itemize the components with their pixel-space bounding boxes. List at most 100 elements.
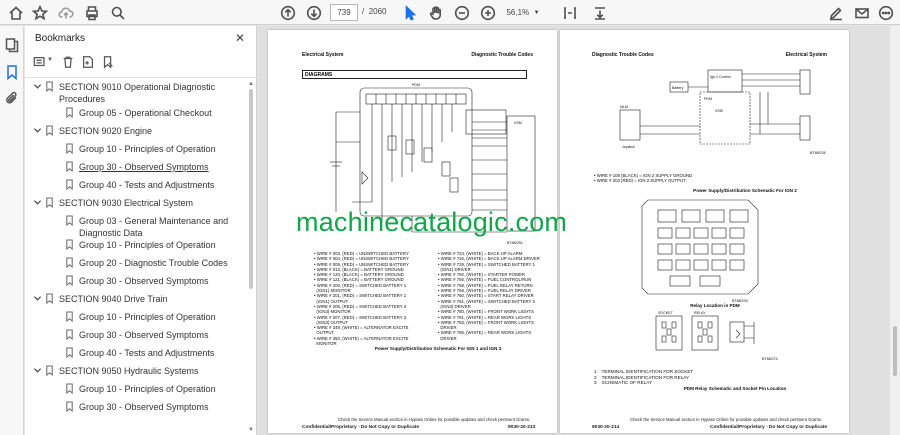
side-rail bbox=[0, 26, 24, 435]
close-icon[interactable]: ✕ bbox=[232, 30, 248, 46]
page-number-input[interactable]: 739 bbox=[330, 4, 358, 21]
bookmark-item[interactable]: Group 10 - Principles of Operation bbox=[25, 311, 245, 325]
hand-icon[interactable] bbox=[426, 3, 446, 23]
bookmark-label: Group 10 - Principles of Operation bbox=[79, 384, 216, 394]
delete-icon[interactable] bbox=[61, 55, 77, 71]
bookmark-item[interactable]: Group 10 - Principles of Operation bbox=[25, 143, 245, 157]
vsm-label: VSM bbox=[514, 121, 522, 125]
bookmark-item[interactable]: Group 10 - Principles of Operation bbox=[25, 239, 245, 253]
bookmark-item[interactable]: Group 30 - Observed Symptoms bbox=[25, 329, 245, 343]
chevron-down-icon[interactable] bbox=[33, 294, 43, 304]
bookmark-tree: SECTION 9010 Operational Diagnostic Proc… bbox=[25, 81, 245, 435]
cursor-icon[interactable] bbox=[400, 3, 420, 23]
page-number-footer: 9030-20-213 bbox=[508, 425, 536, 430]
section-header: DIAGRAMS bbox=[302, 70, 527, 79]
bookmark-item[interactable]: Group 20 - Diagnostic Trouble Codes bbox=[25, 257, 245, 271]
document-scrollbar[interactable] bbox=[890, 26, 900, 435]
print-icon[interactable] bbox=[82, 3, 102, 23]
scroll-up-arrow-icon[interactable]: ▲ bbox=[247, 81, 255, 87]
more-icon[interactable] bbox=[876, 3, 896, 23]
tag-bookmark-icon[interactable] bbox=[101, 55, 117, 71]
diagram-code: BT88/274 bbox=[762, 357, 778, 361]
relay-label: RELAY bbox=[694, 311, 706, 315]
figure-caption: Power Supply/Distribution Schematic For … bbox=[374, 346, 502, 351]
chevron-down-icon[interactable] bbox=[33, 126, 43, 136]
sign-icon[interactable] bbox=[826, 3, 846, 23]
bookmark-item[interactable]: Group 03 - General Maintenance and Diagn… bbox=[25, 215, 245, 239]
bookmark-icon bbox=[45, 293, 55, 305]
zoom-in-icon[interactable] bbox=[478, 3, 498, 23]
search-icon[interactable] bbox=[108, 3, 128, 23]
bookmark-scrollbar[interactable]: ▲ ▼ bbox=[247, 81, 255, 433]
bookmark-label: Group 10 - Principles of Operation bbox=[79, 144, 216, 154]
ign2-schematic: Ign 2 Control Battery PDM VSM MLM Joysti… bbox=[619, 69, 826, 155]
bookmark-label: Group 30 - Observed Symptoms bbox=[79, 402, 209, 412]
download-icon[interactable] bbox=[590, 3, 610, 23]
bookmark-label: Group 10 - Principles of Operation bbox=[79, 312, 216, 322]
bookmark-icon bbox=[45, 365, 55, 377]
bookmark-label: Group 03 - General Maintenance and Diagn… bbox=[79, 216, 229, 238]
bookmark-item[interactable]: Group 30 - Observed Symptoms bbox=[25, 401, 245, 415]
bookmark-item[interactable]: Group 30 - Observed Symptoms bbox=[25, 161, 245, 175]
chevron-down-icon[interactable] bbox=[33, 366, 43, 376]
home-icon[interactable] bbox=[6, 3, 26, 23]
bookmarks-icon[interactable] bbox=[4, 64, 20, 81]
vsm-label: VSM bbox=[715, 109, 723, 113]
bookmark-section[interactable]: SECTION 9020 Engine bbox=[25, 125, 245, 139]
bookmark-icon bbox=[65, 179, 75, 191]
bookmark-section[interactable]: SECTION 9050 Hydraulic Systems bbox=[25, 365, 245, 379]
bookmark-item[interactable]: Group 10 - Principles of Operation bbox=[25, 383, 245, 397]
bookmark-icon bbox=[65, 239, 75, 251]
bookmark-label: SECTION 9030 Electrical System bbox=[59, 198, 194, 208]
footer-confidential: Confidential/Proprietary - Do Not Copy o… bbox=[302, 425, 419, 430]
bookmark-label: SECTION 9010 Operational Diagnostic Proc… bbox=[59, 82, 216, 104]
relay-caption: Relay Location in PDM bbox=[690, 303, 740, 308]
scrollbar-thumb[interactable] bbox=[249, 89, 253, 289]
text-select-icon[interactable] bbox=[560, 3, 580, 23]
relay-socket-diagram: SOCKET RELAY BT88/274 bbox=[655, 311, 778, 361]
diagram-code: BT88/250 bbox=[507, 241, 523, 245]
bookmark-section[interactable]: SECTION 9040 Drive Train bbox=[25, 293, 245, 307]
pages-thumbnail-icon[interactable] bbox=[4, 37, 20, 53]
bookmark-icon bbox=[65, 311, 75, 323]
page-total: / 2060 bbox=[362, 7, 387, 16]
attachment-icon[interactable] bbox=[4, 90, 20, 106]
bookmark-section[interactable]: SECTION 9030 Electrical System bbox=[25, 197, 245, 211]
bookmark-item[interactable]: Group 30 - Observed Symptoms bbox=[25, 275, 245, 289]
figure-caption-relay: PDM Relay Schematic and Socket Pin Locat… bbox=[683, 386, 787, 391]
bookmark-label: Group 05 - Operational Checkout bbox=[79, 108, 212, 118]
arrow-down-icon[interactable] bbox=[304, 3, 324, 23]
bookmark-item[interactable]: Group 05 - Operational Checkout bbox=[25, 107, 245, 121]
page-header-right: Diagnostic Trouble Codes bbox=[471, 52, 533, 58]
diagram-code: BT88/226 bbox=[810, 151, 826, 155]
bookmark-icon bbox=[65, 161, 75, 173]
mail-icon[interactable] bbox=[852, 3, 872, 23]
list-item: 3 SCHEMATIC OF RELAY bbox=[594, 380, 653, 386]
wire-list-col2: • WIRE # 724, (WHITE) = BACK UP ALARM • W… bbox=[438, 251, 553, 341]
toolbar: 739 / 2060 56,1% ▼ bbox=[0, 0, 900, 25]
watermark: machinecatalogic.com bbox=[296, 207, 568, 237]
new-bookmark-icon[interactable] bbox=[81, 55, 97, 71]
bookmark-item[interactable]: Group 40 - Tests and Adjustments bbox=[25, 347, 245, 361]
bookmark-icon bbox=[45, 197, 55, 209]
scrollbar-thumb[interactable] bbox=[893, 326, 897, 376]
bookmark-icon bbox=[65, 107, 75, 119]
bookmark-label: Group 30 - Observed Symptoms bbox=[79, 330, 209, 340]
bookmark-icon bbox=[45, 125, 55, 137]
zoom-out-icon[interactable] bbox=[452, 3, 472, 23]
bookmark-section[interactable]: SECTION 9010 Operational Diagnostic Proc… bbox=[25, 81, 245, 105]
bookmark-icon bbox=[65, 143, 75, 155]
arrow-up-icon[interactable] bbox=[278, 3, 298, 23]
zoom-level-dropdown[interactable]: 56,1% ▼ bbox=[505, 4, 541, 21]
pdm-label: PDM bbox=[704, 97, 712, 101]
cloud-upload-icon[interactable] bbox=[56, 3, 76, 23]
scroll-down-arrow-icon[interactable]: ▼ bbox=[247, 427, 255, 433]
bookmark-icon bbox=[65, 401, 75, 413]
star-icon[interactable] bbox=[30, 3, 50, 23]
bookmark-item[interactable]: Group 40 - Tests and Adjustments bbox=[25, 179, 245, 193]
chevron-down-icon[interactable] bbox=[33, 82, 43, 92]
bookmark-icon bbox=[45, 81, 55, 93]
chevron-down-icon[interactable] bbox=[33, 198, 43, 208]
bookmark-icon bbox=[65, 215, 75, 227]
ign2-control-label: Ign 2 Control bbox=[710, 75, 731, 79]
